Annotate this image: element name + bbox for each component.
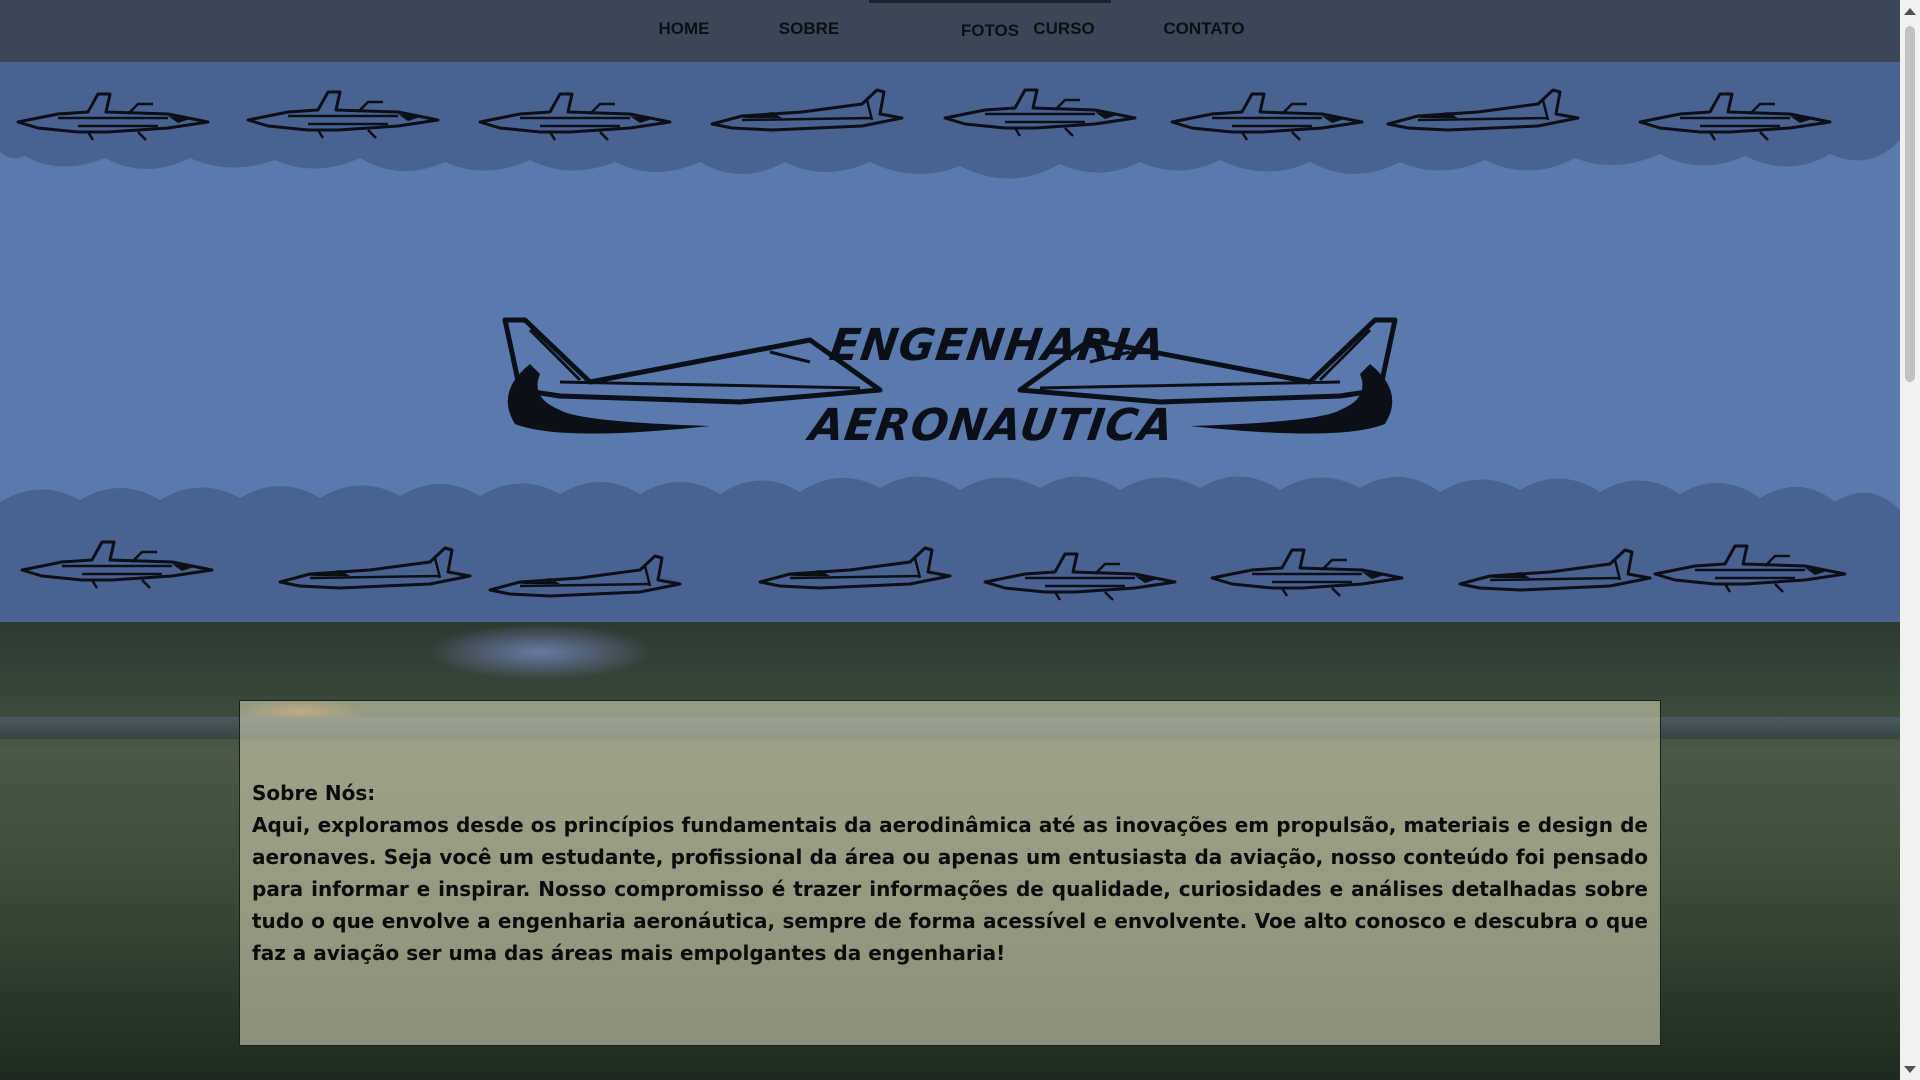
scroll-down-arrow-icon[interactable] [1904, 1066, 1916, 1073]
about-title: Sobre Nós: [252, 781, 376, 805]
bottom-cloud-band [0, 476, 1900, 622]
nav-list: HOME SOBRE FOTOS CURSO CONTATO [0, 0, 1900, 62]
page-scrollbar[interactable] [1900, 0, 1920, 1080]
about-card: Sobre Nós: Aqui, exploramos desde os pri… [239, 700, 1661, 1046]
nav-home[interactable]: HOME [650, 0, 718, 58]
logo-line-2: AERONAUTICA [806, 400, 1178, 451]
nav-contato[interactable]: CONTATO [1157, 0, 1251, 58]
nav-sobre[interactable]: SOBRE [773, 0, 845, 58]
about-text: Aqui, exploramos desde os princípios fun… [252, 813, 1648, 965]
nav-curso[interactable]: CURSO [1028, 0, 1100, 58]
logo-line-1: ENGENHARIA [826, 320, 1169, 371]
scroll-thumb[interactable] [1905, 26, 1915, 382]
hero-banner: ENGENHARIA AERONAUTICA [0, 62, 1900, 622]
top-navigation: HOME SOBRE FOTOS CURSO CONTATO [0, 0, 1900, 62]
scroll-up-arrow-icon[interactable] [1904, 8, 1916, 15]
